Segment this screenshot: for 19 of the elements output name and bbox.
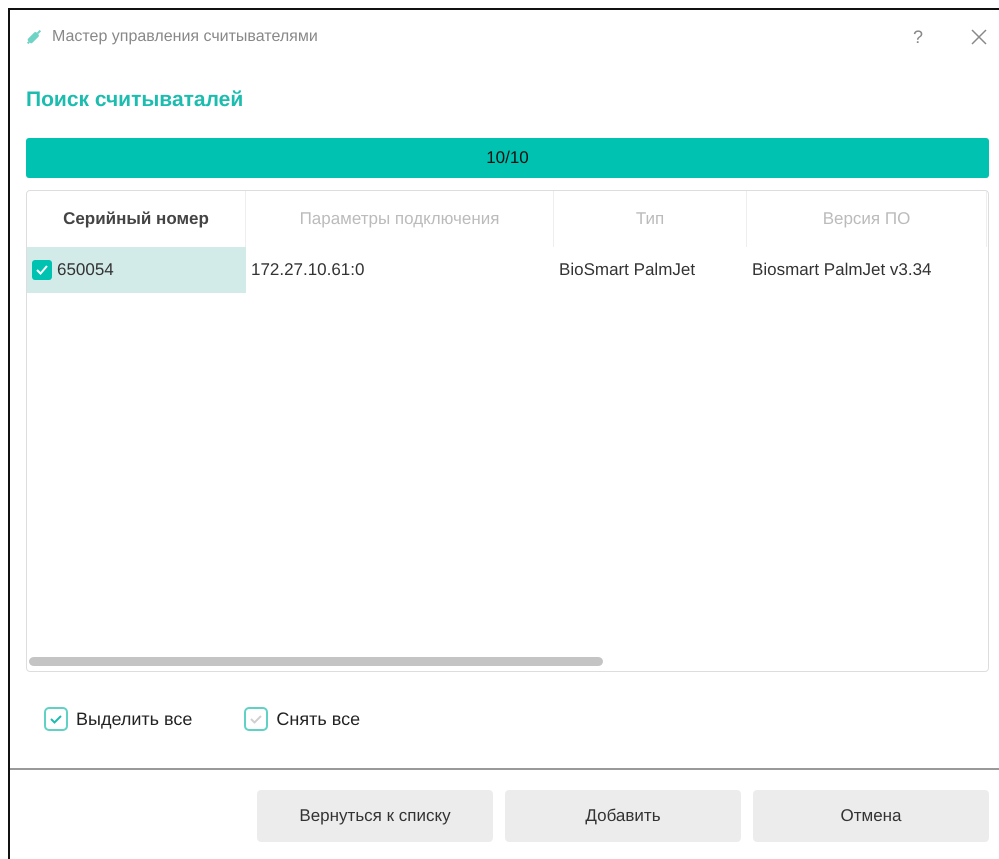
table-cell-text: BioSmart PalmJet xyxy=(558,259,696,281)
checkbox[interactable] xyxy=(32,260,52,280)
checkbox-label: Снять все xyxy=(276,708,360,730)
dialog-button[interactable]: Вернуться к списку xyxy=(257,790,493,842)
dialog-button[interactable]: Добавить xyxy=(505,790,741,842)
table-cell-text: 172.27.10.61:0 xyxy=(250,259,366,281)
table-cell-text: Biosmart PalmJet v3.34 xyxy=(751,259,933,281)
scrollbar[interactable] xyxy=(29,657,603,666)
cell-text: 650054 xyxy=(57,260,114,280)
plug-icon xyxy=(24,27,44,47)
table-cell[interactable]: 650054 xyxy=(27,247,246,293)
dialog-button[interactable]: Отмена xyxy=(753,790,989,842)
help-button[interactable]: ? xyxy=(912,26,923,48)
checkbox-label: Выделить все xyxy=(76,708,192,730)
progress-reading: 10/10 xyxy=(486,148,529,168)
checkbox[interactable] xyxy=(44,707,68,731)
close-icon[interactable] xyxy=(971,29,987,45)
window-title: Мастер управления считывателями xyxy=(52,28,319,46)
section-heading: Поиск считываталей xyxy=(26,88,244,112)
